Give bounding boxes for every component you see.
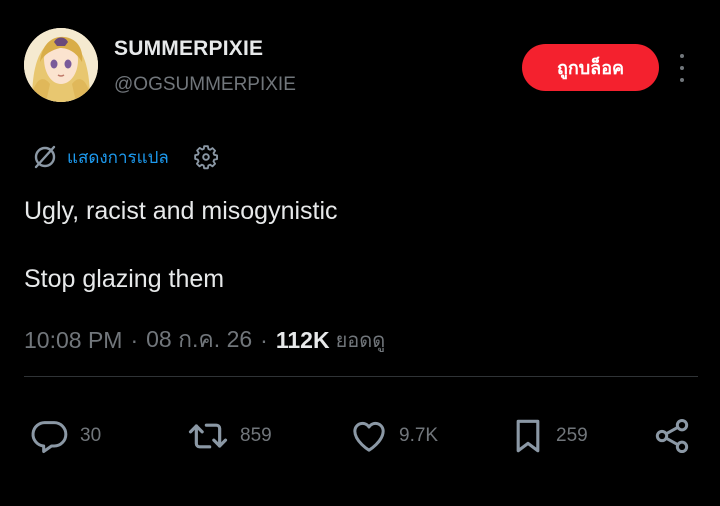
reply-count: 30 <box>80 425 102 446</box>
gear-icon[interactable] <box>193 144 219 170</box>
repost-button[interactable]: 859 <box>186 415 272 457</box>
display-name[interactable]: SUMMERPIXIE <box>114 37 263 61</box>
avatar[interactable] <box>24 28 98 102</box>
meta-separator: · <box>130 326 139 353</box>
views-count: 112K <box>275 326 330 353</box>
share-icon <box>652 416 692 456</box>
more-vertical-icon[interactable] <box>671 54 693 82</box>
heart-icon <box>349 416 389 456</box>
user-handle[interactable]: @OGSUMMERPIXIE <box>114 74 296 96</box>
tweet-meta: 10:08 PM · 08 ก.ค. 26 · 112K ยอดดู <box>24 322 385 358</box>
bookmark-icon <box>510 416 546 456</box>
tweet-detail: SUMMERPIXIE @OGSUMMERPIXIE ถูกบล็อค แสดง… <box>0 0 720 506</box>
like-button[interactable]: 9.7K <box>349 415 438 457</box>
reply-icon <box>30 416 70 456</box>
tweet-date[interactable]: 08 ก.ค. 26 <box>146 322 252 358</box>
tweet-time[interactable]: 10:08 PM <box>24 327 122 354</box>
views-label: ยอดดู <box>335 328 386 352</box>
repost-count: 859 <box>240 425 272 446</box>
like-count: 9.7K <box>399 425 439 446</box>
translate-icon <box>32 144 58 170</box>
bookmark-button[interactable]: 259 <box>510 415 588 457</box>
share-button[interactable] <box>652 415 692 457</box>
translate-row: แสดงการแปล <box>32 142 219 172</box>
tweet-text-line: Stop glazing them <box>24 265 225 293</box>
avatar-image <box>24 28 98 102</box>
tweet-text-line: Ugly, racist and misogynistic <box>24 197 338 225</box>
meta-separator: · <box>260 326 268 353</box>
reply-button[interactable]: 30 <box>30 415 101 457</box>
divider <box>24 376 698 377</box>
repost-icon <box>186 416 230 456</box>
show-translation-link[interactable]: แสดงการแปล <box>67 144 169 171</box>
bookmark-count: 259 <box>556 425 588 446</box>
blocked-button[interactable]: ถูกบล็อค <box>522 44 659 91</box>
